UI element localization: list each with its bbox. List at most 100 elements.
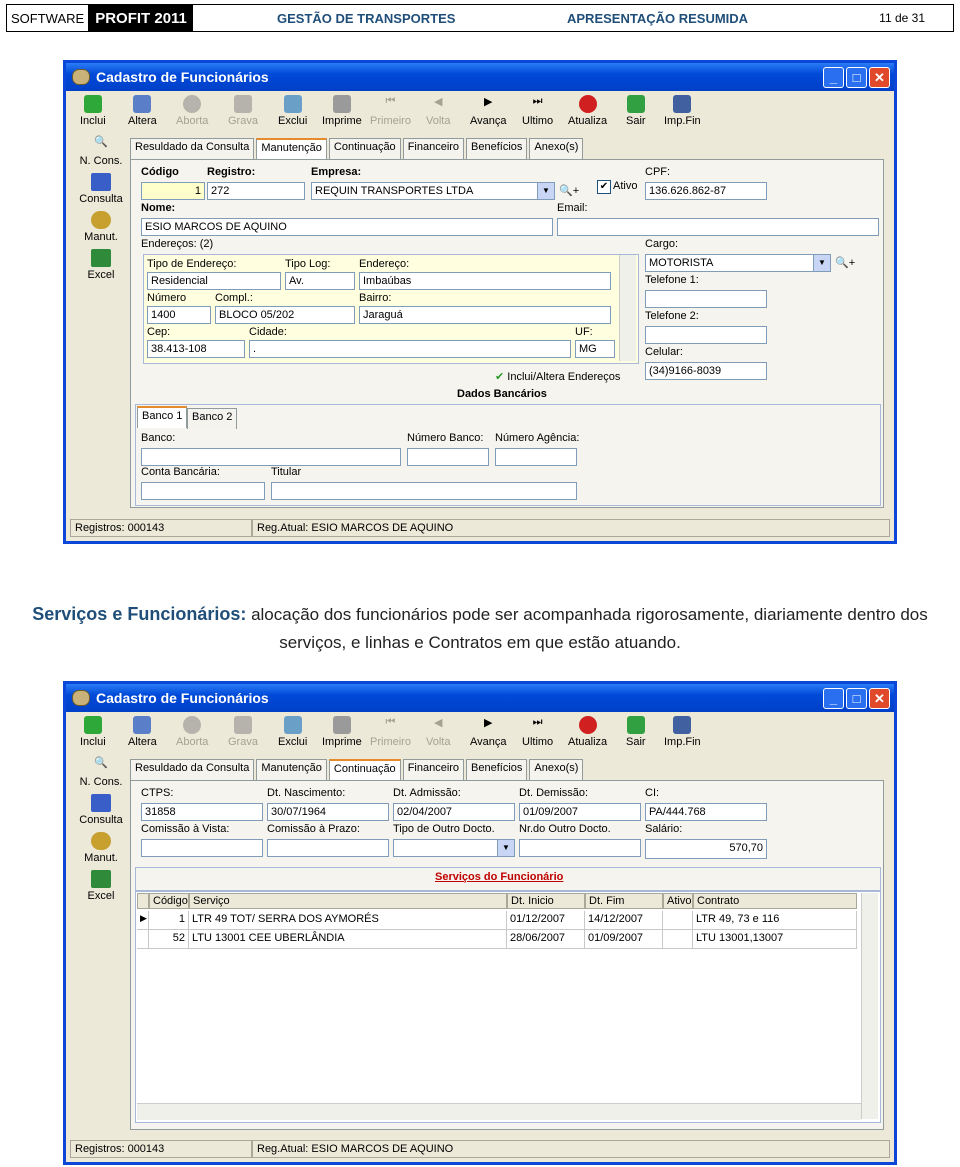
col-servico[interactable]: Serviço <box>189 893 507 909</box>
nascimento-field[interactable]: 30/07/1964 <box>267 803 389 821</box>
sidebar-consulta[interactable]: Consulta <box>72 173 130 205</box>
toolbar-atualiza-button[interactable]: Atualiza <box>568 95 607 127</box>
toolbar-aborta-button[interactable]: Aborta <box>176 716 208 748</box>
tipo-documento-select[interactable]: ▼ <box>393 839 515 857</box>
grid-horizontal-scrollbar[interactable] <box>137 1103 861 1120</box>
endereco-field[interactable]: Imbaúbas <box>359 272 611 290</box>
table-row[interactable]: ▶ 1 LTR 49 TOT/ SERRA DOS AYMORÉS 01/12/… <box>137 911 857 930</box>
toolbar-primeiro-button[interactable]: ⏮ Primeiro <box>370 716 411 748</box>
col-ativo[interactable]: Ativo <box>663 893 693 909</box>
toolbar-altera-button[interactable]: Altera <box>128 716 157 748</box>
tab-continuacao[interactable]: Continuação <box>328 759 401 781</box>
cidade-field[interactable]: . <box>249 340 571 358</box>
toolbar-inclui-button[interactable]: Inclui <box>80 716 106 748</box>
bairro-field[interactable]: Jaraguá <box>359 306 611 324</box>
toolbar-volta-button[interactable]: ◀ Volta <box>426 716 450 748</box>
toolbar-sair-button[interactable]: Sair <box>626 95 646 127</box>
sidebar-excel[interactable]: Excel <box>72 870 130 902</box>
toolbar-aborta-button[interactable]: Aborta <box>176 95 208 127</box>
cargo-search-icon[interactable]: 🔍+ <box>835 256 855 269</box>
toolbar-exclui-button[interactable]: Exclui <box>278 95 307 127</box>
registro-field[interactable]: 272 <box>207 182 305 200</box>
titular-field[interactable] <box>271 482 577 500</box>
nome-field[interactable]: ESIO MARCOS DE AQUINO <box>141 218 553 236</box>
tab-manutencao[interactable]: Manutenção <box>256 138 327 160</box>
ci-field[interactable]: PA/444.768 <box>645 803 767 821</box>
tab-financeiro[interactable]: Financeiro <box>402 759 465 780</box>
toolbar-sair-button[interactable]: Sair <box>626 716 646 748</box>
toolbar-imprime-button[interactable]: Imprime <box>322 716 362 748</box>
comissao-vista-field[interactable] <box>141 839 263 857</box>
toolbar-altera-button[interactable]: Altera <box>128 95 157 127</box>
comissao-prazo-field[interactable] <box>267 839 389 857</box>
tipo-endereco-field[interactable]: Residencial <box>147 272 281 290</box>
toolbar-avanca-button[interactable]: ▶ Avança <box>470 95 507 127</box>
telefone1-field[interactable] <box>645 290 767 308</box>
maximize-button[interactable]: □ <box>846 67 867 88</box>
tab-banco-1[interactable]: Banco 1 <box>137 406 188 428</box>
col-contrato[interactable]: Contrato <box>693 893 857 909</box>
sidebar-consulta[interactable]: Consulta <box>72 794 130 826</box>
col-dt-inicio[interactable]: Dt. Inicio <box>507 893 585 909</box>
tab-resultado-consulta[interactable]: Resuldado da Consulta <box>130 138 255 159</box>
toolbar-ultimo-button[interactable]: ⏭ Ultimo <box>522 95 553 127</box>
toolbar-imprime-button[interactable]: Imprime <box>322 95 362 127</box>
tab-anexos[interactable]: Anexo(s) <box>529 138 584 159</box>
numero-banco-field[interactable] <box>407 448 489 466</box>
toolbar-grava-button[interactable]: Grava <box>228 716 258 748</box>
col-dt-fim[interactable]: Dt. Fim <box>585 893 663 909</box>
salario-field[interactable]: 570,70 <box>645 839 767 859</box>
toolbar-impfin-button[interactable]: Imp.Fin <box>664 716 701 748</box>
toolbar-primeiro-button[interactable]: ⏮ Primeiro <box>370 95 411 127</box>
toolbar-exclui-button[interactable]: Exclui <box>278 716 307 748</box>
tab-anexos[interactable]: Anexo(s) <box>529 759 584 780</box>
minimize-button[interactable]: _ <box>823 67 844 88</box>
celular-field[interactable]: (34)9166-8039 <box>645 362 767 380</box>
ativo-checkbox[interactable]: ✔ <box>597 180 611 194</box>
empresa-select[interactable]: REQUIN TRANSPORTES LTDA ▼ <box>311 182 555 200</box>
cpf-field[interactable]: 136.626.862-87 <box>645 182 767 200</box>
numero-field[interactable]: 1400 <box>147 306 211 324</box>
close-button[interactable]: ✕ <box>869 688 890 709</box>
tab-financeiro[interactable]: Financeiro <box>402 138 465 159</box>
inclui-enderecos-button[interactable]: ✔ Inclui/Altera Endereços <box>495 370 620 383</box>
admissao-field[interactable]: 02/04/2007 <box>393 803 515 821</box>
sidebar-excel[interactable]: Excel <box>72 249 130 281</box>
toolbar-inclui-button[interactable]: Inclui <box>80 95 106 127</box>
sidebar-manut[interactable]: Manut. <box>72 832 130 864</box>
toolbar-volta-button[interactable]: ◀ Volta <box>426 95 450 127</box>
tab-resultado-consulta[interactable]: Resuldado da Consulta <box>130 759 255 780</box>
tab-manutencao[interactable]: Manutenção <box>256 759 327 780</box>
conta-bancaria-field[interactable] <box>141 482 265 500</box>
nr-documento-field[interactable] <box>519 839 641 857</box>
maximize-button[interactable]: □ <box>846 688 867 709</box>
col-codigo[interactable]: Código <box>149 893 189 909</box>
table-row[interactable]: 52 LTU 13001 CEE UBERLÂNDIA 28/06/2007 0… <box>137 930 857 949</box>
minimize-button[interactable]: _ <box>823 688 844 709</box>
toolbar-impfin-button[interactable]: Imp.Fin <box>664 95 701 127</box>
close-button[interactable]: ✕ <box>869 67 890 88</box>
grid-vertical-scrollbar[interactable] <box>861 893 878 1119</box>
tipo-log-field[interactable]: Av. <box>285 272 355 290</box>
cep-field[interactable]: 38.413-108 <box>147 340 245 358</box>
sidebar-manut[interactable]: Manut. <box>72 211 130 243</box>
cargo-select[interactable]: MOTORISTA ▼ <box>645 254 831 272</box>
email-field[interactable] <box>557 218 879 236</box>
address-scrollbar[interactable] <box>619 255 636 361</box>
uf-field[interactable]: MG <box>575 340 615 358</box>
tab-banco-2[interactable]: Banco 2 <box>187 408 238 429</box>
ctps-field[interactable]: 31858 <box>141 803 263 821</box>
codigo-field[interactable]: 1 <box>141 182 205 200</box>
chevron-down-icon[interactable]: ▼ <box>537 183 554 199</box>
sidebar-n-cons[interactable]: 🔍 N. Cons. <box>72 135 130 167</box>
compl-field[interactable]: BLOCO 05/202 <box>215 306 355 324</box>
telefone2-field[interactable] <box>645 326 767 344</box>
banco-field[interactable] <box>141 448 401 466</box>
tab-continuacao[interactable]: Continuação <box>328 138 401 159</box>
toolbar-atualiza-button[interactable]: Atualiza <box>568 716 607 748</box>
tab-beneficios[interactable]: Benefícios <box>466 759 528 780</box>
toolbar-avanca-button[interactable]: ▶ Avança <box>470 716 507 748</box>
sidebar-n-cons[interactable]: 🔍 N. Cons. <box>72 756 130 788</box>
numero-agencia-field[interactable] <box>495 448 577 466</box>
demissao-field[interactable]: 01/09/2007 <box>519 803 641 821</box>
